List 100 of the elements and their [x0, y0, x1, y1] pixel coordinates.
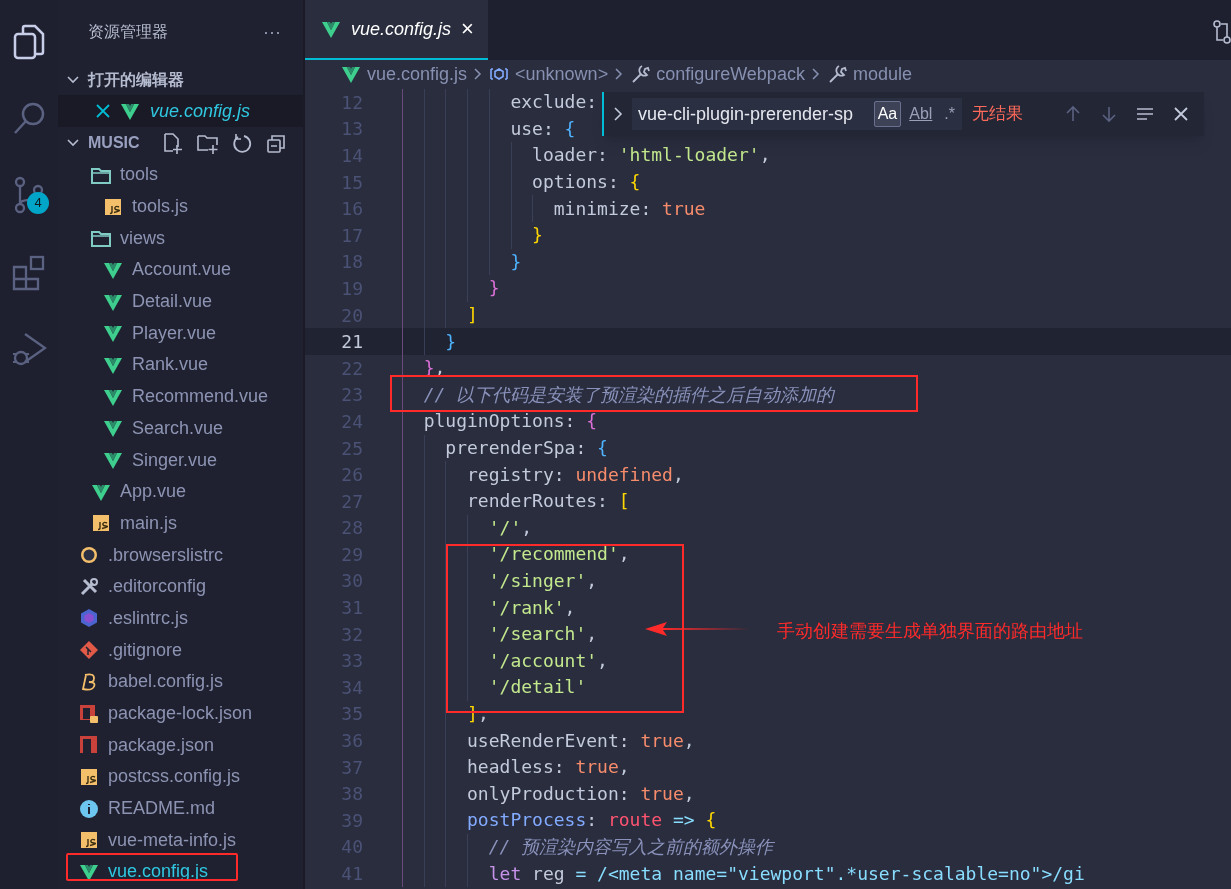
- npm-lock-icon: [79, 703, 99, 724]
- chevron-right-icon: [473, 67, 484, 81]
- code-line: options: {: [532, 171, 641, 194]
- js-file-icon: [79, 766, 99, 787]
- tools-icon: [79, 576, 99, 597]
- code-line: '/singer',: [488, 570, 598, 592]
- sidebar-title: 资源管理器: [88, 22, 168, 42]
- breadcrumb-item[interactable]: vue.config.js: [367, 60, 468, 88]
- circle-logo-icon: [79, 545, 99, 566]
- code-line: useRenderEvent: true,: [467, 729, 695, 752]
- vue-icon: [120, 101, 140, 121]
- section-header[interactable]: MUSIC: [88, 131, 161, 155]
- code-line: '/',: [488, 516, 533, 539]
- tree-item[interactable]: Account.vue: [58, 254, 303, 286]
- code-comment: // 预渲染内容写入之前的额外操作: [488, 835, 774, 858]
- code-line: renderRoutes: [: [467, 490, 630, 513]
- code-line: '/rank',: [488, 596, 576, 619]
- extensions-icon[interactable]: [11, 253, 47, 291]
- code-line: pluginOptions: {: [423, 410, 598, 433]
- code-line: '/account',: [488, 649, 608, 672]
- breadcrumb-item[interactable]: module: [852, 60, 912, 88]
- tree-item[interactable]: .gitignore: [58, 634, 303, 666]
- chevron-right-icon[interactable]: [612, 106, 624, 122]
- find-option-toggle[interactable]: Abl: [905, 101, 937, 127]
- code-comment: // 以下代码是安装了预渲染的插件之后自动添加的: [423, 383, 835, 406]
- more-button[interactable]: ···: [263, 23, 281, 41]
- wrench-icon: [630, 64, 651, 84]
- open-editor-item[interactable]: vue.config.js: [58, 95, 303, 127]
- vue-icon: [341, 64, 361, 84]
- section-header[interactable]: 打开的编辑器: [88, 67, 184, 92]
- code-line: use: {: [510, 117, 576, 140]
- new-file-icon[interactable]: [161, 131, 184, 155]
- annotation-note: 手动创建需要生成单独界面的路由地址: [777, 620, 1083, 643]
- close-icon[interactable]: [96, 104, 110, 118]
- run-debug-icon[interactable]: [11, 330, 47, 368]
- find-option-toggle[interactable]: Aa: [873, 101, 902, 127]
- tree-item[interactable]: .editorconfig: [58, 570, 303, 603]
- tree-item[interactable]: Detail.vue: [58, 285, 303, 318]
- find-input[interactable]: vue-cli-plugin-prerender-sp Aa Abl .*: [632, 98, 962, 130]
- tree-item[interactable]: tools: [58, 159, 303, 191]
- find-option-toggle[interactable]: .*: [940, 101, 959, 127]
- tree-item[interactable]: Rank.vue: [58, 349, 303, 381]
- js-file-icon: [91, 513, 111, 534]
- code-line: }: [488, 277, 500, 300]
- js-file-icon: [103, 196, 123, 217]
- code-line: prerenderSpa: {: [445, 437, 608, 459]
- chevron-right-icon: [614, 67, 625, 81]
- tree-item[interactable]: vue-meta-info.js: [58, 824, 303, 857]
- tree-item[interactable]: postcss.config.js: [58, 761, 303, 793]
- code-line: loader: 'html-loader',: [532, 144, 771, 167]
- code-line: onlyProduction: true,: [467, 782, 695, 805]
- code-line: '/recommend',: [488, 543, 630, 566]
- tree-item[interactable]: babel.config.js: [58, 666, 303, 698]
- find-result: 无结果: [972, 103, 1024, 126]
- code-line: let reg = /<meta name="viewport".*user-scalable=no">/gi: [488, 862, 1085, 885]
- code-line: '/search',: [488, 623, 598, 646]
- breadcrumb-item[interactable]: <unknown>: [515, 60, 609, 88]
- editor-tab[interactable]: vue.config.js ×: [305, 0, 488, 60]
- tree-item[interactable]: Recommend.vue: [58, 380, 303, 413]
- tree-item[interactable]: .eslintrc.js: [58, 602, 303, 635]
- code-line: exclude:: [510, 91, 598, 114]
- code-line: registry: undefined,: [467, 463, 684, 486]
- badge-count: 4: [27, 192, 49, 214]
- js-file-icon: [79, 830, 99, 851]
- close-button[interactable]: ×: [461, 18, 474, 40]
- tree-item[interactable]: Search.vue: [58, 412, 303, 445]
- code-line: }: [445, 330, 457, 353]
- vue-icon: [103, 323, 123, 344]
- tree-item[interactable]: .browserslistrc: [58, 539, 303, 571]
- refresh-icon[interactable]: [231, 131, 254, 155]
- tree-item[interactable]: Player.vue: [58, 317, 303, 350]
- tree-item[interactable]: main.js: [58, 507, 303, 540]
- hexagon-icon: [79, 608, 99, 629]
- folder-icon: [91, 228, 111, 249]
- code-line: '/detail': [488, 676, 587, 699]
- code-line: minimize: true: [553, 197, 706, 220]
- vue-icon: [103, 418, 123, 439]
- tree-item[interactable]: package-lock.json: [58, 697, 303, 730]
- code-line: postProcess: route => {: [467, 809, 717, 832]
- line-number: 21: [340, 330, 363, 355]
- git-icon: [79, 640, 99, 661]
- tree-item[interactable]: vue.config.js: [58, 856, 303, 888]
- code-line: }: [532, 224, 543, 247]
- tree-item[interactable]: package.json: [58, 729, 303, 762]
- breadcrumb-item[interactable]: configureWebpack: [656, 60, 805, 88]
- npm-icon: [79, 735, 99, 756]
- tree-item[interactable]: README.md: [58, 792, 303, 825]
- tree-item[interactable]: tools.js: [58, 190, 303, 223]
- code-line: ]: [467, 304, 478, 327]
- vue-icon: [321, 19, 341, 39]
- vue-icon: [103, 450, 123, 471]
- tree-item[interactable]: App.vue: [58, 475, 303, 508]
- chevron-right-icon: [810, 67, 821, 81]
- code-line: headless: true,: [467, 756, 630, 779]
- code-line: }: [510, 250, 522, 273]
- info-icon: [79, 798, 99, 819]
- files-icon[interactable]: [11, 22, 47, 60]
- tree-item[interactable]: Singer.vue: [58, 444, 303, 476]
- compare-icon[interactable]: [1213, 20, 1231, 44]
- tree-item[interactable]: views: [58, 222, 303, 255]
